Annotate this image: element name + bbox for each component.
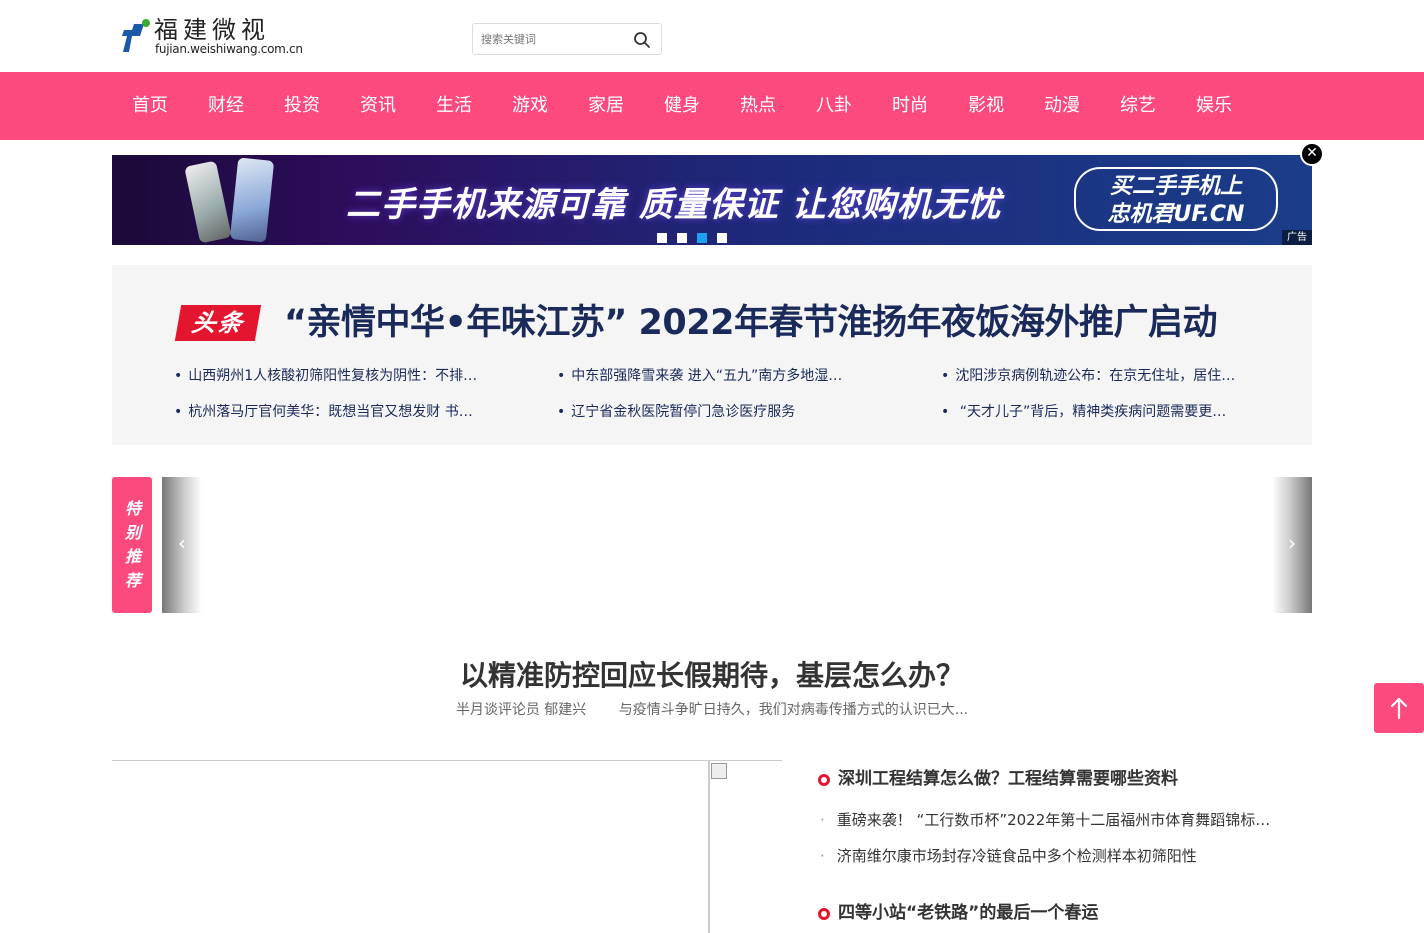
feature-article-title[interactable]: 以精准防控回应长假期待，基层怎么办？ bbox=[0, 656, 1424, 696]
ad-banner[interactable]: 二手手机来源可靠 质量保证 让您购机无忧 买二手手机上 忠机君UF.CN 广告 bbox=[112, 155, 1312, 245]
nav-item-games[interactable]: 游戏 bbox=[512, 94, 548, 118]
headline-section: 头条 “亲情中华•年味江苏” 2022年春节淮扬年夜饭海外推广启动 山西朔州1人… bbox=[112, 265, 1312, 445]
headline-link[interactable]: 中东部强降雪来袭 进入“五九”南方多地湿… bbox=[557, 366, 842, 386]
nav-item-gossip[interactable]: 八卦 bbox=[816, 94, 852, 118]
banner-dot[interactable] bbox=[677, 233, 687, 243]
nav-item-news[interactable]: 资讯 bbox=[360, 94, 396, 118]
phone-image bbox=[184, 160, 232, 244]
news-title-text: 四等小站“老铁路”的最后一个春运 bbox=[838, 903, 1099, 923]
nav-item-finance[interactable]: 财经 bbox=[208, 94, 244, 118]
banner-dot[interactable] bbox=[657, 233, 667, 243]
nav-item-life[interactable]: 生活 bbox=[436, 94, 472, 118]
nav-item-variety[interactable]: 综艺 bbox=[1120, 94, 1156, 118]
slider-prev-button[interactable]: ‹ bbox=[162, 477, 202, 613]
headline-link[interactable]: 沈阳涉京病例轨迹公布：在京无住址，居住… bbox=[941, 366, 1235, 386]
news-title[interactable]: 四等小站“老铁路”的最后一个春运 bbox=[818, 901, 1098, 925]
headline-tag-badge: 头条 bbox=[174, 305, 262, 341]
nav-item-fitness[interactable]: 健身 bbox=[664, 94, 700, 118]
news-link[interactable]: 重磅来袭！ “工行数币杯”2022年第十二届福州市体育舞蹈锦标… bbox=[820, 809, 1271, 831]
banner-slogan: 买二手手机上 忠机君UF.CN bbox=[1074, 167, 1278, 231]
nav-item-anime[interactable]: 动漫 bbox=[1044, 94, 1080, 118]
nav-item-investment[interactable]: 投资 bbox=[284, 94, 320, 118]
site-logo[interactable]: 福建微视 fujian.weishiwang.com.cn bbox=[120, 16, 303, 58]
banner-headline: 二手手机来源可靠 质量保证 让您购机无忧 bbox=[346, 185, 1002, 225]
recommend-label-char: 荐 bbox=[124, 571, 141, 590]
nav-item-film[interactable]: 影视 bbox=[968, 94, 1004, 118]
headline-title[interactable]: “亲情中华•年味江苏” 2022年春节淮扬年夜饭海外推广启动 bbox=[284, 301, 1217, 345]
news-title-text: 深圳工程结算怎么做？工程结算需要哪些资料 bbox=[838, 769, 1178, 789]
broken-image-icon[interactable] bbox=[711, 763, 727, 779]
recommend-label-char: 特 bbox=[124, 499, 141, 518]
logo-domain: fujian.weishiwang.com.cn bbox=[155, 42, 303, 56]
banner-slogan-line: 忠机君UF.CN bbox=[1107, 202, 1245, 227]
ad-label: 广告 bbox=[1282, 230, 1312, 245]
feature-summary[interactable]: 与疫情斗争旷日持久，我们对病毒传播方式的认识已大... bbox=[619, 702, 968, 718]
nav-item-hot[interactable]: 热点 bbox=[740, 94, 776, 118]
banner-dot[interactable] bbox=[717, 233, 727, 243]
site-header: 福建微视 fujian.weishiwang.com.cn bbox=[0, 0, 1424, 72]
banner-dot-active[interactable] bbox=[697, 233, 707, 243]
recommend-label-char: 别 bbox=[124, 523, 141, 542]
main-nav: 首页 财经 投资 资讯 生活 游戏 家居 健身 热点 八卦 时尚 影视 动漫 综… bbox=[0, 72, 1424, 140]
logo-mark-icon bbox=[122, 19, 150, 52]
recommend-label-char: 推 bbox=[124, 547, 141, 566]
nav-item-entertainment[interactable]: 娱乐 bbox=[1196, 94, 1232, 118]
arrow-up-icon bbox=[1390, 697, 1408, 720]
chevron-right-icon: › bbox=[1288, 531, 1296, 555]
phone-image bbox=[229, 157, 275, 243]
headline-link[interactable]: “天才儿子”背后，精神类疾病问题需要更… bbox=[941, 402, 1227, 422]
search-icon[interactable] bbox=[633, 31, 651, 49]
nav-item-fashion[interactable]: 时尚 bbox=[892, 94, 928, 118]
feature-article-meta: 半月谈评论员 郁建兴 与疫情斗争旷日持久，我们对病毒传播方式的认识已大... bbox=[0, 700, 1424, 720]
headline-link[interactable]: 杭州落马厅官何美华：既想当官又想发财 书… bbox=[174, 402, 472, 422]
close-icon[interactable]: ✕ bbox=[1300, 142, 1324, 166]
headline-link[interactable]: 辽宁省金秋医院暂停门急诊医疗服务 bbox=[557, 402, 795, 422]
divider bbox=[112, 760, 782, 761]
recommend-label: 特 别 推 荐 bbox=[112, 477, 152, 613]
chevron-left-icon: ‹ bbox=[178, 531, 186, 555]
divider bbox=[708, 760, 710, 933]
nav-item-home[interactable]: 首页 bbox=[132, 94, 168, 118]
banner-slogan-line: 买二手手机上 bbox=[1109, 174, 1242, 199]
back-to-top-button[interactable] bbox=[1374, 683, 1424, 733]
feature-author: 半月谈评论员 郁建兴 bbox=[455, 702, 587, 718]
nav-item-home-furnishing[interactable]: 家居 bbox=[588, 94, 624, 118]
logo-text: 福建微视 bbox=[154, 16, 270, 44]
search-box bbox=[472, 23, 662, 55]
news-link[interactable]: 济南维尔康市场封存冷链食品中多个检测样本初筛阳性 bbox=[820, 845, 1197, 867]
news-title[interactable]: 深圳工程结算怎么做？工程结算需要哪些资料 bbox=[818, 767, 1178, 791]
headline-link[interactable]: 山西朔州1人核酸初筛阳性复核为阴性：不排… bbox=[174, 366, 477, 386]
search-input[interactable] bbox=[481, 29, 621, 49]
slider-next-button[interactable]: › bbox=[1272, 477, 1312, 613]
